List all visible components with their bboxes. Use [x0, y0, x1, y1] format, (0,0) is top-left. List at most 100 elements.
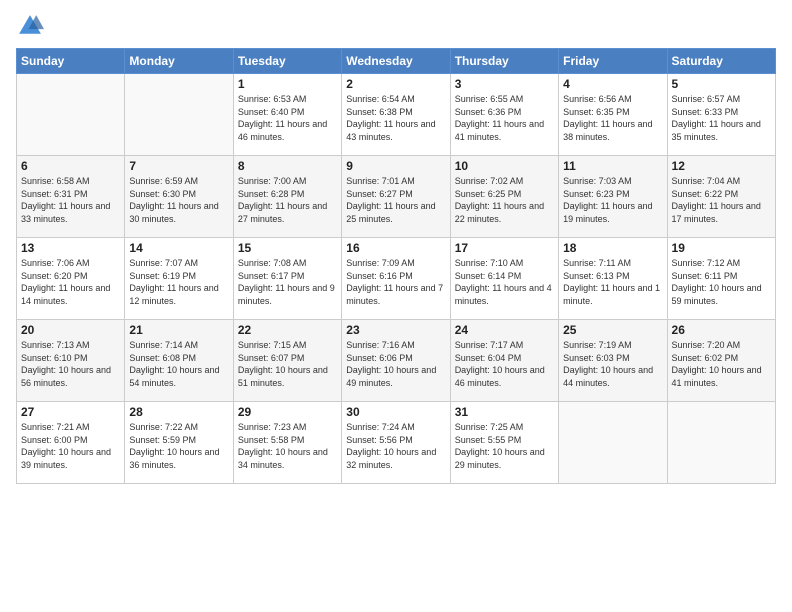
day-number: 3 [455, 77, 554, 91]
logo-icon [16, 12, 44, 40]
day-info: Sunrise: 7:07 AM Sunset: 6:19 PM Dayligh… [129, 257, 228, 307]
weekday-header-tuesday: Tuesday [233, 49, 341, 74]
day-cell: 22Sunrise: 7:15 AM Sunset: 6:07 PM Dayli… [233, 320, 341, 402]
day-number: 19 [672, 241, 771, 255]
day-number: 26 [672, 323, 771, 337]
day-cell: 30 Sunrise: 7:24 AM Sunset: 5:56 PM Dayli… [342, 402, 450, 484]
day-info: Sunrise: 6:59 AM Sunset: 6:30 PM Dayligh… [129, 175, 228, 225]
day-number: 31 [455, 405, 554, 419]
day-info: Sunrise: 7:13 AM Sunset: 6:10 PM Dayligh… [21, 339, 120, 389]
day-number: 2 [346, 77, 445, 91]
day-cell: 18 Sunrise: 7:11 AM Sunset: 6:13 PM Dayli… [559, 238, 667, 320]
day-number: 22 [238, 323, 337, 337]
day-cell: 17Sunrise: 7:10 AM Sunset: 6:14 PM Dayli… [450, 238, 558, 320]
day-cell: 3 Sunrise: 6:55 AM Sunset: 6:36 PM Daylig… [450, 74, 558, 156]
day-number: 7 [129, 159, 228, 173]
day-info: Sunrise: 7:24 AM Sunset: 5:56 PM Dayligh… [346, 421, 445, 471]
day-cell: 11Sunrise: 7:03 AM Sunset: 6:23 PM Dayli… [559, 156, 667, 238]
day-info: Sunrise: 7:08 AM Sunset: 6:17 PM Dayligh… [238, 257, 337, 307]
day-cell: 5Sunrise: 6:57 AM Sunset: 6:33 PM Daylig… [667, 74, 775, 156]
day-number: 6 [21, 159, 120, 173]
day-info: Sunrise: 7:01 AM Sunset: 6:27 PM Dayligh… [346, 175, 445, 225]
day-cell: 21 Sunrise: 7:14 AM Sunset: 6:08 PM Dayli… [125, 320, 233, 402]
day-info: Sunrise: 7:16 AM Sunset: 6:06 PM Dayligh… [346, 339, 445, 389]
day-info: Sunrise: 7:11 AM Sunset: 6:13 PM Dayligh… [563, 257, 662, 307]
day-number: 23 [346, 323, 445, 337]
day-cell: 20Sunrise: 7:13 AM Sunset: 6:10 PM Dayli… [17, 320, 125, 402]
day-cell: 29 Sunrise: 7:23 AM Sunset: 5:58 PM Dayli… [233, 402, 341, 484]
day-info: Sunrise: 7:00 AM Sunset: 6:28 PM Dayligh… [238, 175, 337, 225]
page: SundayMondayTuesdayWednesdayThursdayFrid… [0, 0, 792, 612]
day-number: 29 [238, 405, 337, 419]
day-cell: 19 Sunrise: 7:12 AM Sunset: 6:11 PM Dayli… [667, 238, 775, 320]
day-cell: 4 Sunrise: 6:56 AM Sunset: 6:35 PM Daylig… [559, 74, 667, 156]
day-info: Sunrise: 7:12 AM Sunset: 6:11 PM Dayligh… [672, 257, 771, 307]
day-cell: 10Sunrise: 7:02 AM Sunset: 6:25 PM Dayli… [450, 156, 558, 238]
weekday-header-friday: Friday [559, 49, 667, 74]
day-info: Sunrise: 7:09 AM Sunset: 6:16 PM Dayligh… [346, 257, 445, 307]
day-number: 15 [238, 241, 337, 255]
day-number: 28 [129, 405, 228, 419]
day-cell [559, 402, 667, 484]
weekday-header-row: SundayMondayTuesdayWednesdayThursdayFrid… [17, 49, 776, 74]
day-cell: 13 Sunrise: 7:06 AM Sunset: 6:20 PM Dayli… [17, 238, 125, 320]
weekday-header-sunday: Sunday [17, 49, 125, 74]
day-number: 4 [563, 77, 662, 91]
day-info: Sunrise: 7:21 AM Sunset: 6:00 PM Dayligh… [21, 421, 120, 471]
day-cell: 6Sunrise: 6:58 AM Sunset: 6:31 PM Daylig… [17, 156, 125, 238]
day-info: Sunrise: 6:56 AM Sunset: 6:35 PM Dayligh… [563, 93, 662, 143]
day-cell [17, 74, 125, 156]
day-cell: 28 Sunrise: 7:22 AM Sunset: 5:59 PM Dayli… [125, 402, 233, 484]
day-cell: 8 Sunrise: 7:00 AM Sunset: 6:28 PM Daylig… [233, 156, 341, 238]
day-cell [667, 402, 775, 484]
day-info: Sunrise: 7:20 AM Sunset: 6:02 PM Dayligh… [672, 339, 771, 389]
day-info: Sunrise: 7:23 AM Sunset: 5:58 PM Dayligh… [238, 421, 337, 471]
day-cell: 1Sunrise: 6:53 AM Sunset: 6:40 PM Daylig… [233, 74, 341, 156]
day-cell: 25 Sunrise: 7:19 AM Sunset: 6:03 PM Dayli… [559, 320, 667, 402]
day-info: Sunrise: 7:14 AM Sunset: 6:08 PM Dayligh… [129, 339, 228, 389]
weekday-header-thursday: Thursday [450, 49, 558, 74]
day-cell: 23 Sunrise: 7:16 AM Sunset: 6:06 PM Dayli… [342, 320, 450, 402]
weekday-header-saturday: Saturday [667, 49, 775, 74]
day-cell: 16Sunrise: 7:09 AM Sunset: 6:16 PM Dayli… [342, 238, 450, 320]
day-cell: 26 Sunrise: 7:20 AM Sunset: 6:02 PM Dayli… [667, 320, 775, 402]
day-info: Sunrise: 7:22 AM Sunset: 5:59 PM Dayligh… [129, 421, 228, 471]
day-number: 24 [455, 323, 554, 337]
day-info: Sunrise: 7:04 AM Sunset: 6:22 PM Dayligh… [672, 175, 771, 225]
week-row-2: 6Sunrise: 6:58 AM Sunset: 6:31 PM Daylig… [17, 156, 776, 238]
day-number: 14 [129, 241, 228, 255]
day-info: Sunrise: 7:06 AM Sunset: 6:20 PM Dayligh… [21, 257, 120, 307]
day-number: 18 [563, 241, 662, 255]
day-number: 21 [129, 323, 228, 337]
day-cell: 2Sunrise: 6:54 AM Sunset: 6:38 PM Daylig… [342, 74, 450, 156]
day-cell: 7 Sunrise: 6:59 AM Sunset: 6:30 PM Daylig… [125, 156, 233, 238]
day-cell: 15 Sunrise: 7:08 AM Sunset: 6:17 PM Dayli… [233, 238, 341, 320]
week-row-5: 27Sunrise: 7:21 AM Sunset: 6:00 PM Dayli… [17, 402, 776, 484]
weekday-header-monday: Monday [125, 49, 233, 74]
day-cell: 24 Sunrise: 7:17 AM Sunset: 6:04 PM Dayli… [450, 320, 558, 402]
day-cell: 9 Sunrise: 7:01 AM Sunset: 6:27 PM Daylig… [342, 156, 450, 238]
day-number: 10 [455, 159, 554, 173]
week-row-3: 13 Sunrise: 7:06 AM Sunset: 6:20 PM Dayli… [17, 238, 776, 320]
day-info: Sunrise: 7:10 AM Sunset: 6:14 PM Dayligh… [455, 257, 554, 307]
day-number: 25 [563, 323, 662, 337]
week-row-1: 1Sunrise: 6:53 AM Sunset: 6:40 PM Daylig… [17, 74, 776, 156]
day-number: 8 [238, 159, 337, 173]
day-number: 30 [346, 405, 445, 419]
header [16, 12, 776, 40]
day-number: 12 [672, 159, 771, 173]
day-number: 9 [346, 159, 445, 173]
day-cell: 31 Sunrise: 7:25 AM Sunset: 5:55 PM Dayli… [450, 402, 558, 484]
week-row-4: 20Sunrise: 7:13 AM Sunset: 6:10 PM Dayli… [17, 320, 776, 402]
day-number: 13 [21, 241, 120, 255]
day-info: Sunrise: 7:17 AM Sunset: 6:04 PM Dayligh… [455, 339, 554, 389]
day-number: 1 [238, 77, 337, 91]
day-info: Sunrise: 6:55 AM Sunset: 6:36 PM Dayligh… [455, 93, 554, 143]
weekday-header-wednesday: Wednesday [342, 49, 450, 74]
day-info: Sunrise: 7:19 AM Sunset: 6:03 PM Dayligh… [563, 339, 662, 389]
day-info: Sunrise: 7:25 AM Sunset: 5:55 PM Dayligh… [455, 421, 554, 471]
day-cell [125, 74, 233, 156]
day-cell: 12 Sunrise: 7:04 AM Sunset: 6:22 PM Dayli… [667, 156, 775, 238]
day-info: Sunrise: 7:03 AM Sunset: 6:23 PM Dayligh… [563, 175, 662, 225]
day-info: Sunrise: 6:57 AM Sunset: 6:33 PM Dayligh… [672, 93, 771, 143]
